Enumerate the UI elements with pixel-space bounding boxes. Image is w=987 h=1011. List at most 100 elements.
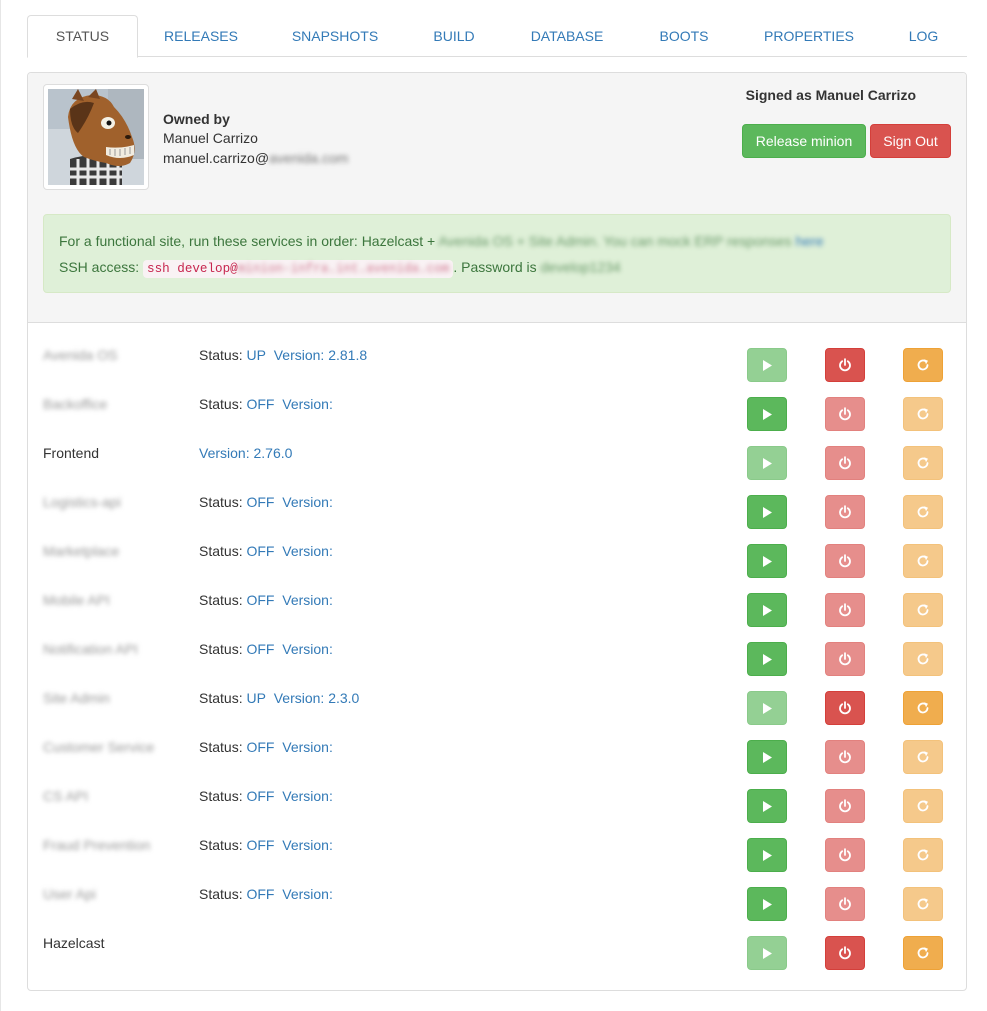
status-value: OFF (246, 739, 275, 755)
status-value: UP (246, 347, 266, 363)
stop-service-button[interactable] (825, 397, 865, 431)
restart-service-button[interactable] (903, 544, 943, 578)
play-icon (763, 653, 772, 665)
release-minion-button[interactable]: Release minion (742, 124, 866, 158)
tab-snapshots[interactable]: SNAPSHOTS (271, 15, 399, 57)
tab-status[interactable]: STATUS (27, 15, 138, 58)
stop-service-button[interactable] (825, 838, 865, 872)
service-row: Hazelcast (28, 920, 966, 970)
version-label: Version: (282, 886, 333, 902)
status-label: Status: (199, 739, 243, 755)
stop-service-button[interactable] (825, 446, 865, 480)
service-name: User Api (43, 886, 96, 902)
refresh-icon (917, 604, 929, 616)
service-name: Customer Service (43, 739, 155, 755)
refresh-icon (917, 359, 929, 371)
stop-service-button[interactable] (825, 495, 865, 529)
status-value: OFF (246, 788, 275, 804)
service-row: Backoffice Status: OFF Version: (28, 381, 966, 431)
mock-erp-link[interactable]: here (795, 233, 823, 249)
refresh-icon (917, 457, 929, 469)
restart-service-button[interactable] (903, 495, 943, 529)
power-icon (839, 750, 851, 764)
restart-service-button[interactable] (903, 348, 943, 382)
power-icon (839, 701, 851, 715)
service-status: Status: OFF Version: (199, 590, 333, 610)
restart-service-button[interactable] (903, 789, 943, 823)
restart-service-button[interactable] (903, 446, 943, 480)
start-service-button[interactable] (747, 740, 787, 774)
power-icon (839, 603, 851, 617)
version-label: Version: (282, 592, 333, 608)
power-icon (839, 652, 851, 666)
status-label: Status: (199, 494, 243, 510)
tab-log[interactable]: LOG (896, 15, 951, 57)
tab-build[interactable]: BUILD (416, 15, 492, 57)
start-service-button[interactable] (747, 544, 787, 578)
sign-out-button[interactable]: Sign Out (870, 124, 951, 158)
restart-service-button[interactable] (903, 887, 943, 921)
status-label: Status: (199, 396, 243, 412)
version-value: 2.81.8 (328, 347, 368, 363)
restart-service-button[interactable] (903, 838, 943, 872)
status-value: OFF (246, 641, 275, 657)
service-row: Avenida OS Status: UP Version: 2.81.8 (28, 332, 966, 382)
start-service-button[interactable] (747, 446, 787, 480)
horse-mask-avatar-icon (48, 89, 144, 185)
play-icon (763, 506, 772, 518)
start-service-button[interactable] (747, 691, 787, 725)
start-service-button[interactable] (747, 936, 787, 970)
stop-service-button[interactable] (825, 593, 865, 627)
service-name: Marketplace (43, 543, 120, 559)
stop-service-button[interactable] (825, 691, 865, 725)
stop-service-button[interactable] (825, 740, 865, 774)
tab-database[interactable]: DATABASE (513, 15, 621, 57)
restart-service-button[interactable] (903, 691, 943, 725)
start-service-button[interactable] (747, 348, 787, 382)
status-value: OFF (246, 592, 275, 608)
start-service-button[interactable] (747, 642, 787, 676)
refresh-icon (917, 506, 929, 518)
refresh-icon (917, 800, 929, 812)
restart-service-button[interactable] (903, 642, 943, 676)
service-status: Version: 2.76.0 (199, 443, 292, 463)
version-value: 2.76.0 (253, 445, 293, 461)
restart-service-button[interactable] (903, 740, 943, 774)
stop-service-button[interactable] (825, 936, 865, 970)
version-value: 2.3.0 (328, 690, 360, 706)
service-status: Status: OFF Version: (199, 394, 333, 414)
owner-email-domain-blurred: avenida.com (269, 150, 349, 166)
status-value: OFF (246, 543, 275, 559)
service-name: Fraud Prevention (43, 837, 151, 853)
start-service-button[interactable] (747, 593, 787, 627)
play-icon (763, 751, 772, 763)
stop-service-button[interactable] (825, 789, 865, 823)
start-service-button[interactable] (747, 838, 787, 872)
stop-service-button[interactable] (825, 642, 865, 676)
status-label: Status: (199, 641, 243, 657)
status-value: OFF (246, 396, 275, 412)
tab-boots[interactable]: BOOTS (643, 15, 725, 57)
restart-service-button[interactable] (903, 936, 943, 970)
version-label: Version: (199, 445, 250, 461)
tab-properties[interactable]: PROPERTIES (746, 15, 872, 57)
service-status: Status: OFF Version: (199, 884, 333, 904)
stop-service-button[interactable] (825, 348, 865, 382)
power-icon (839, 407, 851, 421)
stop-service-button[interactable] (825, 544, 865, 578)
start-service-button[interactable] (747, 789, 787, 823)
start-service-button[interactable] (747, 397, 787, 431)
service-status: Status: OFF Version: (199, 541, 333, 561)
owner-email: manuel.carrizo@avenida.com (163, 148, 348, 168)
stop-service-button[interactable] (825, 887, 865, 921)
left-edge-line (0, 0, 1, 1011)
ssh-command: ssh develop@minion-infra.int.avenida.com (143, 260, 454, 278)
restart-service-button[interactable] (903, 593, 943, 627)
start-service-button[interactable] (747, 887, 787, 921)
start-service-button[interactable] (747, 495, 787, 529)
tab-releases[interactable]: RELEASES (145, 15, 257, 57)
service-row: Logistics-api Status: OFF Version: (28, 479, 966, 529)
refresh-icon (917, 653, 929, 665)
restart-service-button[interactable] (903, 397, 943, 431)
password-label: . Password is (453, 259, 541, 275)
